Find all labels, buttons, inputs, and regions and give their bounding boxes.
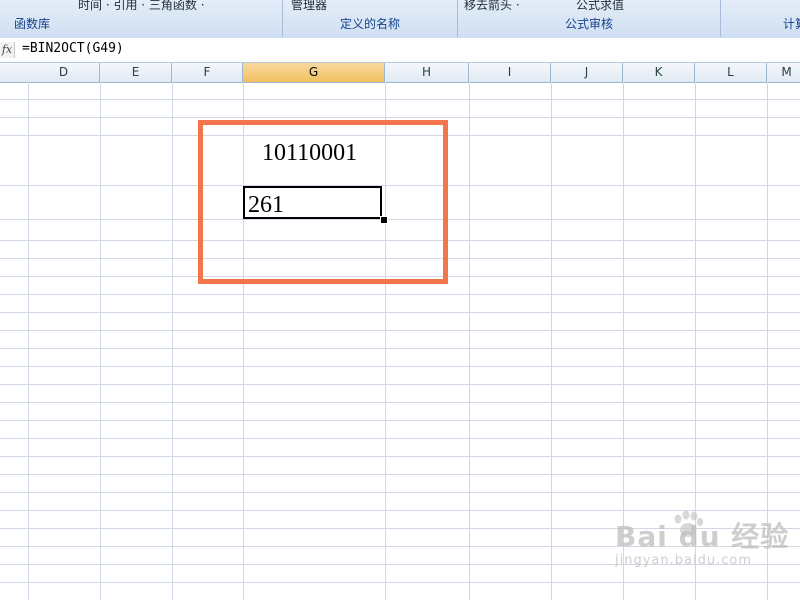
column-header-d[interactable]: D: [28, 63, 100, 82]
ribbon: 时间 · 引用 · 三角函数 · 函数库 管理器 定义的名称 移去箭头 · 公式…: [0, 0, 800, 39]
grid-hline: [0, 546, 800, 547]
grid-hline: [0, 330, 800, 331]
column-header-e[interactable]: E: [100, 63, 172, 82]
function-library-label: 函数库: [14, 17, 51, 31]
column-header-f[interactable]: F: [172, 63, 243, 82]
grid-vline: [100, 82, 101, 600]
formula-auditing-label: 公式审核: [564, 17, 613, 31]
fx-icon[interactable]: fx: [0, 42, 15, 58]
grid-hline: [0, 348, 800, 349]
grid-hline: [0, 456, 800, 457]
grid-hline: [0, 420, 800, 421]
grid-vline: [767, 82, 768, 600]
grid-hline: [0, 294, 800, 295]
column-header-l[interactable]: L: [695, 63, 767, 82]
ribbon-group-defined-names: 管理器 定义的名称: [283, 0, 458, 37]
formula-bar: fx: [0, 38, 800, 63]
column-header-j[interactable]: J: [551, 63, 623, 82]
annotation-highlight-box: [198, 120, 448, 284]
column-header-m[interactable]: M: [767, 63, 800, 82]
grid-vline: [172, 82, 173, 600]
grid-vline: [551, 82, 552, 600]
column-header-i[interactable]: I: [469, 63, 551, 82]
remove-arrows-button[interactable]: 移去箭头 ·: [464, 0, 520, 13]
grid-vline: [28, 82, 29, 600]
grid-hline: [0, 312, 800, 313]
grid-hline: [0, 99, 800, 100]
column-header-k[interactable]: K: [623, 63, 695, 82]
grid-hline: [0, 582, 800, 583]
paw-icon: [674, 510, 704, 537]
grid-hline: [0, 402, 800, 403]
grid-hline: [0, 366, 800, 367]
column-header-g[interactable]: G: [243, 63, 385, 82]
grid-hline: [0, 438, 800, 439]
function-library-buttons[interactable]: 时间 · 引用 · 三角函数 ·: [78, 0, 205, 13]
ribbon-group-function-library: 时间 · 引用 · 三角函数 · 函数库: [0, 0, 283, 37]
grid-hline: [0, 117, 800, 118]
ribbon-group-formula-auditing: 移去箭头 · 公式求值 公式审核: [458, 0, 721, 37]
defined-names-label: 定义的名称: [339, 17, 400, 31]
calculation-label: 计算: [783, 17, 800, 31]
formula-input[interactable]: [22, 41, 782, 56]
grid-vline: [469, 82, 470, 600]
column-header-h[interactable]: H: [385, 63, 469, 82]
grid-hline: [0, 492, 800, 493]
column-header-row: D E F G H I J K L M: [0, 63, 800, 83]
name-manager-button[interactable]: 管理器: [291, 0, 327, 13]
evaluate-formula-button[interactable]: 公式求值: [576, 0, 624, 13]
ribbon-group-calculation: 计算: [721, 0, 800, 37]
grid-vline: [623, 82, 624, 600]
grid-hline: [0, 564, 800, 565]
grid-hline: [0, 474, 800, 475]
grid-hline: [0, 384, 800, 385]
